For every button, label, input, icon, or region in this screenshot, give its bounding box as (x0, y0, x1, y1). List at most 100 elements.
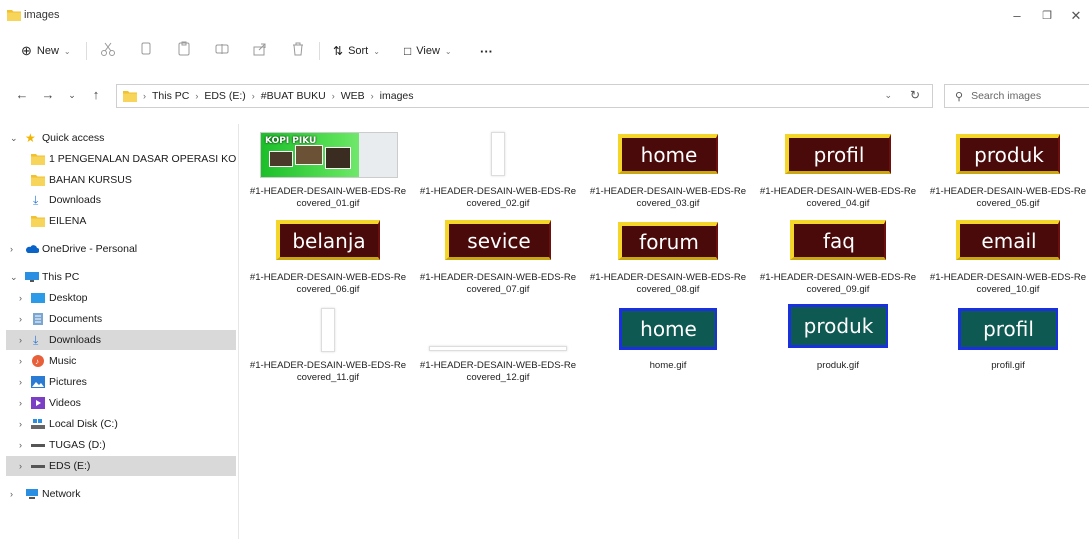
file-thumbnail (321, 308, 335, 352)
file-item[interactable]: sevice #1-HEADER-DESAIN-WEB-EDS-Re cover… (413, 214, 583, 295)
file-item[interactable]: home #1-HEADER-DESAIN-WEB-EDS-Re covered… (583, 124, 753, 209)
breadcrumb-this-pc[interactable]: This PC (152, 90, 189, 102)
sidebar-item-bahan-kursus[interactable]: BAHAN KURSUS (0, 170, 236, 190)
chevron-right-icon[interactable]: › (10, 244, 13, 254)
file-name: #1-HEADER-DESAIN-WEB-EDS-Re covered_11.g… (249, 360, 407, 383)
file-name: #1-HEADER-DESAIN-WEB-EDS-Re covered_02.g… (419, 186, 577, 209)
sidebar-item-label: Network (42, 488, 81, 500)
new-button[interactable]: ⊕ New ⌄ (21, 42, 71, 60)
sidebar-item-pictures[interactable]: › Pictures (0, 372, 236, 392)
file-item[interactable]: home home.gif (583, 304, 753, 371)
sidebar-item-tugas-d[interactable]: › TUGAS (D:) (0, 435, 236, 455)
desktop-icon (31, 293, 45, 303)
more-options-button[interactable]: ··· (480, 42, 493, 60)
breadcrumb-buat-buku[interactable]: #BUAT BUKU (261, 90, 326, 102)
refresh-icon[interactable]: ↻ (910, 88, 920, 102)
recent-locations-chevron-icon[interactable]: ⌄ (64, 90, 80, 101)
file-item[interactable]: produk #1-HEADER-DESAIN-WEB-EDS-Re cover… (923, 124, 1089, 209)
sidebar-item-music[interactable]: › ♪ Music (0, 351, 236, 371)
file-item[interactable]: belanja #1-HEADER-DESAIN-WEB-EDS-Re cove… (243, 214, 413, 295)
chevron-right-icon[interactable]: › (10, 489, 13, 499)
sidebar-item-label: 1 PENGENALAN DASAR OPERASI KOMPUTER (49, 153, 236, 165)
file-name: #1-HEADER-DESAIN-WEB-EDS-Re covered_04.g… (759, 186, 917, 209)
title-bar: images – ❐ ✕ (0, 0, 1089, 32)
sidebar-item-label: Documents (49, 313, 103, 325)
file-thumbnail: profil (958, 308, 1058, 352)
view-button[interactable]: □ View ⌄ (404, 42, 452, 60)
breadcrumb-images[interactable]: images (380, 90, 414, 102)
chevron-down-icon[interactable]: ⌄ (10, 133, 18, 144)
chevron-right-icon[interactable]: › (19, 461, 22, 471)
download-arrow-icon: ⤓ (33, 333, 39, 347)
folder-icon (31, 216, 45, 227)
chevron-right-icon[interactable]: › (19, 377, 22, 387)
button-image-label: produk (956, 134, 1060, 174)
paste-icon[interactable] (175, 40, 193, 58)
button-image-label: home (618, 134, 718, 174)
sidebar-item-network[interactable]: › Network (0, 484, 236, 504)
sidebar-item-pengenalan[interactable]: 1 PENGENALAN DASAR OPERASI KOMPUTER (0, 149, 236, 169)
sidebar-item-videos[interactable]: › Videos (0, 393, 236, 413)
sidebar-item-downloads[interactable]: › ⤓ Downloads (6, 330, 236, 350)
sidebar-item-desktop[interactable]: › Desktop (0, 288, 236, 308)
file-item[interactable]: profil #1-HEADER-DESAIN-WEB-EDS-Re cover… (753, 124, 923, 209)
file-item[interactable]: KOPI PIKU #1-HEADER-DESAIN-WEB-EDS-Re co… (243, 124, 413, 209)
chevron-right-icon[interactable]: › (19, 335, 22, 345)
close-button[interactable]: ✕ (1066, 8, 1086, 24)
address-bar[interactable]: › This PC › EDS (E:) › #BUAT BUKU › WEB … (116, 84, 933, 108)
copy-icon[interactable] (137, 40, 155, 58)
button-image-label: email (956, 220, 1060, 260)
forward-arrow-icon[interactable]: → (40, 87, 56, 102)
file-item[interactable]: produk produk.gif (753, 304, 923, 371)
breadcrumb-web[interactable]: WEB (341, 90, 365, 102)
delete-icon[interactable] (289, 40, 307, 58)
sidebar-item-downloads-quick[interactable]: ⤓ Downloads (0, 190, 236, 210)
cut-icon[interactable] (99, 40, 117, 58)
sidebar-item-label: EDS (E:) (49, 460, 91, 472)
sidebar-item-quick-access[interactable]: ⌄ ★ Quick access (0, 128, 236, 148)
sidebar-item-onedrive[interactable]: › OneDrive - Personal (0, 239, 236, 259)
svg-text:♪: ♪ (35, 357, 39, 366)
chevron-right-icon[interactable]: › (19, 419, 22, 429)
file-item[interactable]: faq #1-HEADER-DESAIN-WEB-EDS-Re covered_… (753, 214, 923, 295)
chevron-right-icon[interactable]: › (19, 398, 22, 408)
music-icon: ♪ (32, 355, 44, 367)
chevron-right-icon[interactable]: › (19, 440, 22, 450)
file-item[interactable]: #1-HEADER-DESAIN-WEB-EDS-Re covered_11.g… (243, 304, 413, 383)
sidebar-item-eds-e[interactable]: › EDS (E:) (6, 456, 236, 476)
address-dropdown-icon[interactable]: ⌄ (884, 90, 892, 101)
up-arrow-icon[interactable]: ↑ (88, 87, 104, 102)
search-box[interactable]: ⚲ Search images (944, 84, 1089, 108)
sidebar-item-eilena[interactable]: EILENA (0, 211, 236, 231)
videos-icon (31, 397, 45, 409)
chevron-right-icon[interactable]: › (19, 293, 22, 303)
file-item[interactable]: #1-HEADER-DESAIN-WEB-EDS-Re covered_12.g… (413, 304, 583, 383)
sort-button[interactable]: ⇅ Sort ⌄ (333, 42, 380, 60)
file-item[interactable]: email #1-HEADER-DESAIN-WEB-EDS-Re covere… (923, 214, 1089, 295)
rename-icon[interactable] (213, 40, 231, 58)
file-item[interactable]: #1-HEADER-DESAIN-WEB-EDS-Re covered_02.g… (413, 124, 583, 209)
share-icon[interactable] (251, 40, 269, 58)
file-thumbnail: home (618, 134, 718, 176)
sidebar-item-local-disk-c[interactable]: › Local Disk (C:) (0, 414, 236, 434)
separator (319, 42, 320, 60)
chevron-right-icon[interactable]: › (19, 314, 22, 324)
file-thumbnail: belanja (276, 220, 380, 262)
minimize-button[interactable]: – (1007, 8, 1027, 24)
computer-icon (25, 272, 39, 282)
sidebar-item-label: Downloads (49, 334, 101, 346)
breadcrumb-separator-icon: › (143, 91, 146, 101)
sidebar-item-this-pc[interactable]: ⌄ This PC (0, 267, 236, 287)
sort-arrows-icon: ⇅ (333, 44, 344, 58)
file-item[interactable]: profil profil.gif (923, 304, 1089, 371)
chevron-down-icon[interactable]: ⌄ (10, 272, 18, 283)
maximize-button[interactable]: ❐ (1037, 8, 1057, 24)
breadcrumb-eds[interactable]: EDS (E:) (204, 90, 245, 102)
back-arrow-icon[interactable]: ← (14, 87, 30, 102)
chevron-right-icon[interactable]: › (19, 356, 22, 366)
file-list: KOPI PIKU #1-HEADER-DESAIN-WEB-EDS-Re co… (239, 124, 1089, 539)
file-item[interactable]: forum #1-HEADER-DESAIN-WEB-EDS-Re covere… (583, 214, 753, 295)
folder-icon (123, 91, 137, 102)
sidebar-item-documents[interactable]: › Documents (0, 309, 236, 329)
file-thumbnail: KOPI PIKU (260, 132, 398, 178)
